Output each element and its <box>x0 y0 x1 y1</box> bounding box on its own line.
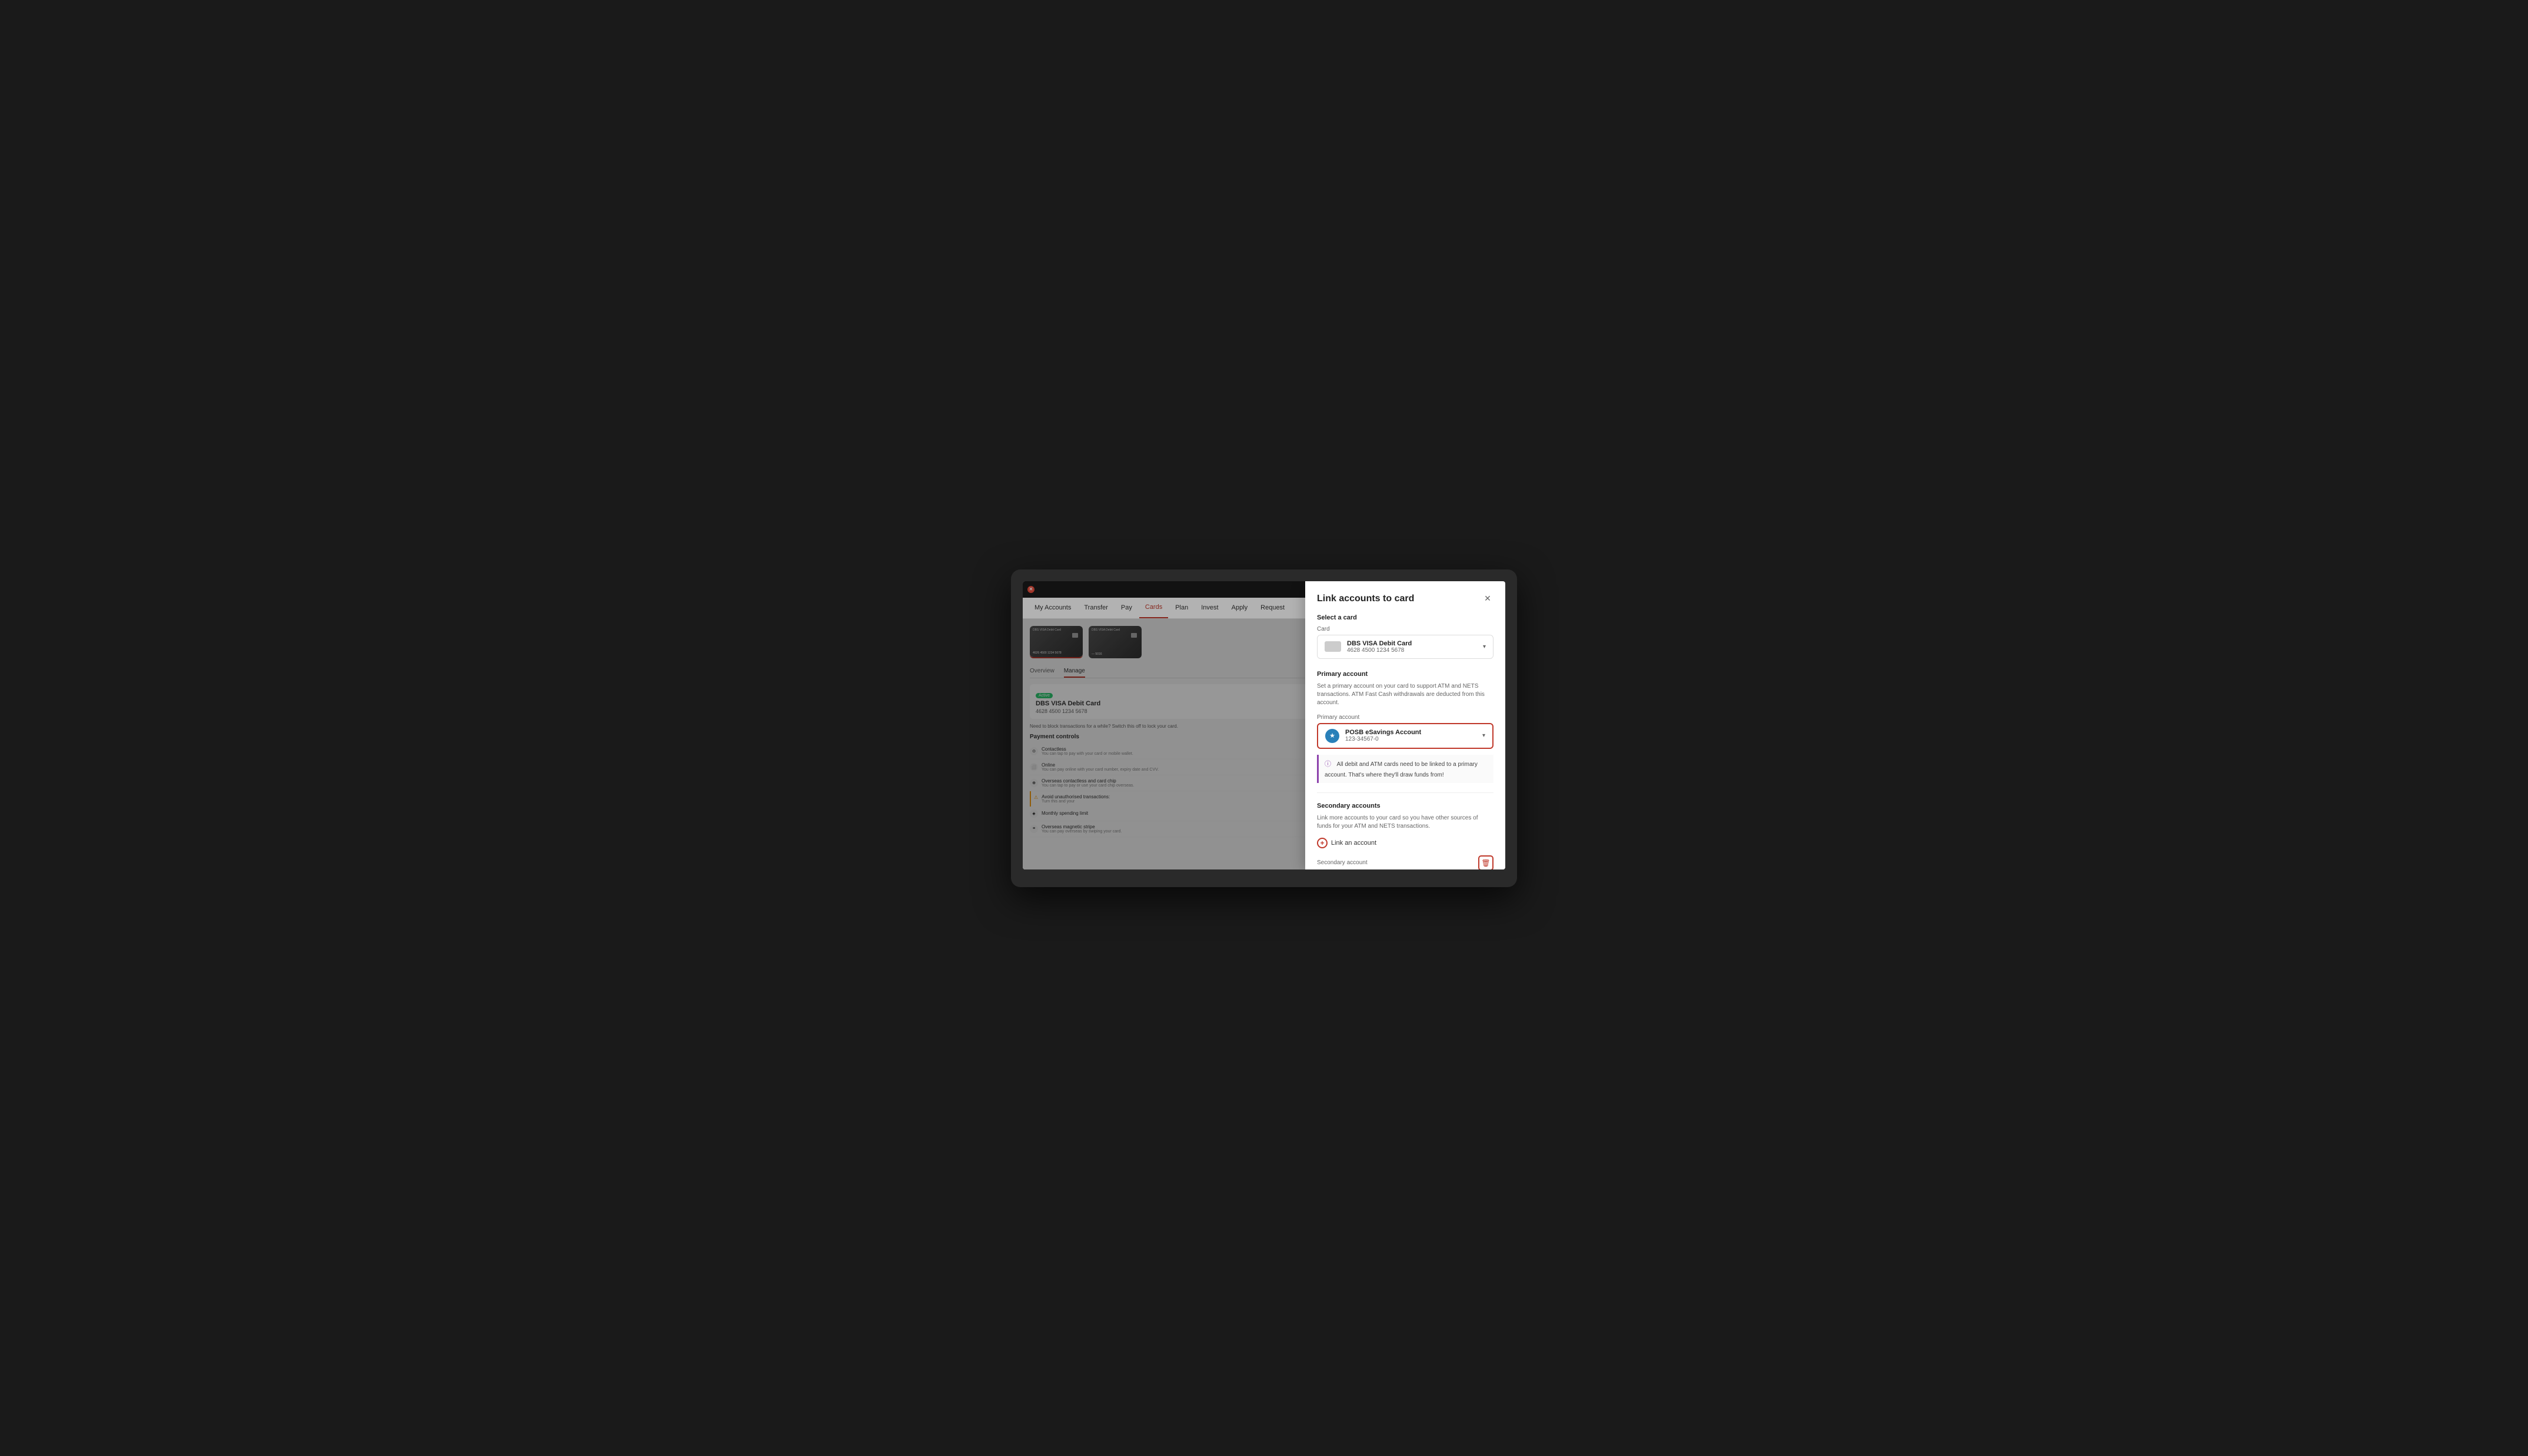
primary-account-text: POSB eSavings Account 123-34567-0 <box>1345 729 1476 742</box>
secondary-accounts-section: Secondary accounts Link more accounts to… <box>1317 802 1493 869</box>
info-box: ⓘ All debit and ATM cards need to be lin… <box>1317 755 1493 783</box>
primary-account-section: Primary account Set a primary account on… <box>1317 671 1493 783</box>
card-selector-name: DBS VISA Debit Card <box>1347 640 1477 647</box>
primary-account-desc: Set a primary account on your card to su… <box>1317 682 1493 707</box>
primary-account-selector[interactable]: ★ POSB eSavings Account 123-34567-0 ▾ <box>1317 723 1493 749</box>
link-account-button[interactable]: + Link an account <box>1317 838 1493 848</box>
primary-account-field-label: Primary account <box>1317 714 1493 721</box>
select-card-label: Select a card <box>1317 614 1493 621</box>
modal-close-button[interactable]: ✕ <box>1482 593 1493 605</box>
primary-account-name: POSB eSavings Account <box>1345 729 1476 736</box>
trash-icon: 🗑 <box>1481 859 1490 867</box>
secondary-account-label: Secondary account <box>1317 859 1473 866</box>
card-selector-num: 4628 4500 1234 5678 <box>1347 647 1477 654</box>
delete-secondary-account-button[interactable]: 🗑 <box>1478 855 1493 869</box>
card-selector-text: DBS VISA Debit Card 4628 4500 1234 5678 <box>1347 640 1477 654</box>
secondary-account-row: Secondary account 🗑 <box>1317 855 1493 869</box>
primary-account-num: 123-34567-0 <box>1345 736 1476 742</box>
card-selector[interactable]: DBS VISA Debit Card 4628 4500 1234 5678 … <box>1317 635 1493 659</box>
info-icon: ⓘ <box>1325 761 1331 768</box>
modal-panel: Link accounts to card ✕ Select a card Ca… <box>1305 581 1505 869</box>
modal-overlay: Link accounts to card ✕ Select a card Ca… <box>1023 581 1505 869</box>
primary-account-title: Primary account <box>1317 671 1493 678</box>
info-box-text: All debit and ATM cards need to be linke… <box>1325 761 1478 778</box>
secondary-accounts-desc: Link more accounts to your card so you h… <box>1317 814 1493 831</box>
posb-account-icon: ★ <box>1325 729 1339 743</box>
plus-icon: + <box>1317 838 1328 848</box>
primary-account-chevron-icon: ▾ <box>1482 732 1485 739</box>
chevron-down-icon: ▾ <box>1483 644 1486 650</box>
link-account-label: Link an account <box>1331 839 1376 847</box>
secondary-accounts-title: Secondary accounts <box>1317 802 1493 809</box>
modal-title: Link accounts to card <box>1317 594 1414 604</box>
card-icon-small <box>1325 641 1341 652</box>
card-field-label: Card <box>1317 626 1493 632</box>
divider <box>1317 792 1493 793</box>
content-area: DBS VISA Debit Card 4626 4500 1234 5678 … <box>1023 619 1505 869</box>
modal-header: Link accounts to card ✕ <box>1317 593 1493 605</box>
